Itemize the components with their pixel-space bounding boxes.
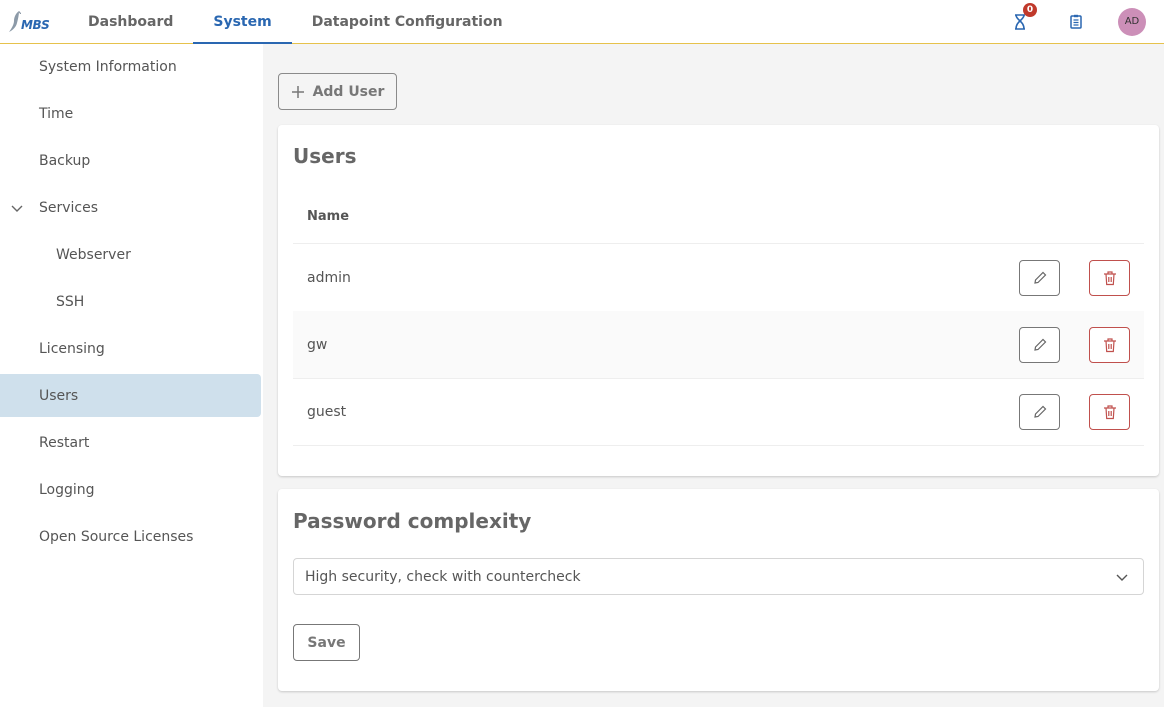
password-complexity-title: Password complexity: [293, 509, 532, 533]
logo-text: MBS: [21, 17, 50, 32]
table-row: admin: [293, 244, 1144, 311]
plus-icon: [291, 85, 304, 98]
sidebar-item-ssh[interactable]: SSH: [0, 280, 261, 323]
sidebar-item-label: Time: [39, 105, 74, 122]
tab-dashboard[interactable]: Dashboard: [68, 0, 193, 43]
trash-icon: [1103, 405, 1116, 420]
pencil-icon: [1033, 405, 1046, 418]
edit-user-button[interactable]: [1019, 260, 1060, 296]
sidebar-item-label: Restart: [39, 434, 90, 451]
sidebar-item-logging[interactable]: Logging: [0, 468, 261, 511]
sidebar-item-licensing[interactable]: Licensing: [0, 327, 261, 370]
edit-user-button[interactable]: [1019, 327, 1060, 363]
sidebar-item-label: Backup: [39, 152, 91, 169]
table-row: guest: [293, 378, 1144, 445]
edit-user-button[interactable]: [1019, 394, 1060, 430]
user-name: admin: [307, 269, 351, 286]
users-card: Users Name admin gw guest: [278, 125, 1159, 476]
table-row: gw: [293, 311, 1144, 378]
clipboard-icon: [1070, 14, 1082, 29]
sidebar-item-label: Licensing: [39, 340, 105, 357]
sidebar-item-users[interactable]: Users: [0, 374, 261, 417]
user-avatar-button[interactable]: AD: [1104, 0, 1160, 44]
table-divider: [293, 445, 1144, 446]
pending-tasks-button[interactable]: 0: [992, 0, 1048, 44]
add-user-label: Add User: [312, 83, 385, 100]
delete-user-button[interactable]: [1089, 260, 1130, 296]
sidebar-item-restart[interactable]: Restart: [0, 421, 261, 464]
delete-user-button[interactable]: [1089, 394, 1130, 430]
avatar: AD: [1118, 7, 1146, 36]
pencil-icon: [1033, 271, 1046, 284]
sidebar-item-label: Users: [39, 387, 79, 404]
pencil-icon: [1033, 338, 1046, 351]
trash-icon: [1103, 271, 1116, 286]
sidebar-item-label: Webserver: [56, 246, 131, 263]
user-name: guest: [307, 403, 347, 420]
sidebar-item-webserver[interactable]: Webserver: [0, 233, 261, 276]
sidebar-item-time[interactable]: Time: [0, 92, 261, 135]
add-user-button[interactable]: Add User: [278, 73, 397, 110]
sidebar-item-backup[interactable]: Backup: [0, 139, 261, 182]
top-navigation-bar: MBS Dashboard System Datapoint Configura…: [0, 0, 1164, 44]
logo-mark: MBS: [8, 10, 60, 34]
sidebar: System Information Time Backup Services …: [0, 44, 263, 707]
delete-user-button[interactable]: [1089, 327, 1130, 363]
chevron-down-icon: [11, 205, 23, 212]
tab-datapoint-configuration[interactable]: Datapoint Configuration: [292, 0, 523, 43]
pending-tasks-badge: 0: [1023, 2, 1037, 17]
sidebar-item-system-information[interactable]: System Information: [0, 45, 261, 88]
user-name: gw: [307, 336, 328, 353]
mbs-logo[interactable]: MBS: [0, 0, 68, 43]
sidebar-item-label: Logging: [39, 481, 95, 498]
tab-system[interactable]: System: [193, 0, 293, 44]
password-complexity-card: Password complexity High security, check…: [278, 489, 1159, 691]
password-complexity-value: High security, check with countercheck: [305, 568, 581, 585]
header-actions: 0 AD: [992, 0, 1164, 43]
chevron-down-icon: [1116, 574, 1128, 581]
sidebar-item-label: Open Source Licenses: [39, 528, 194, 545]
sidebar-item-open-source-licenses[interactable]: Open Source Licenses: [0, 515, 261, 558]
sidebar-item-services[interactable]: Services: [0, 186, 261, 229]
sidebar-item-label: Services: [39, 199, 99, 216]
users-title: Users: [293, 144, 357, 168]
name-column-header: Name: [307, 209, 350, 224]
hourglass-icon: [1015, 13, 1025, 30]
trash-icon: [1103, 338, 1116, 353]
sidebar-item-label: SSH: [56, 293, 85, 310]
sidebar-item-label: System Information: [39, 58, 177, 75]
clipboard-button[interactable]: [1048, 0, 1104, 44]
password-complexity-select[interactable]: High security, check with countercheck: [293, 558, 1144, 595]
save-button[interactable]: Save: [293, 624, 360, 661]
